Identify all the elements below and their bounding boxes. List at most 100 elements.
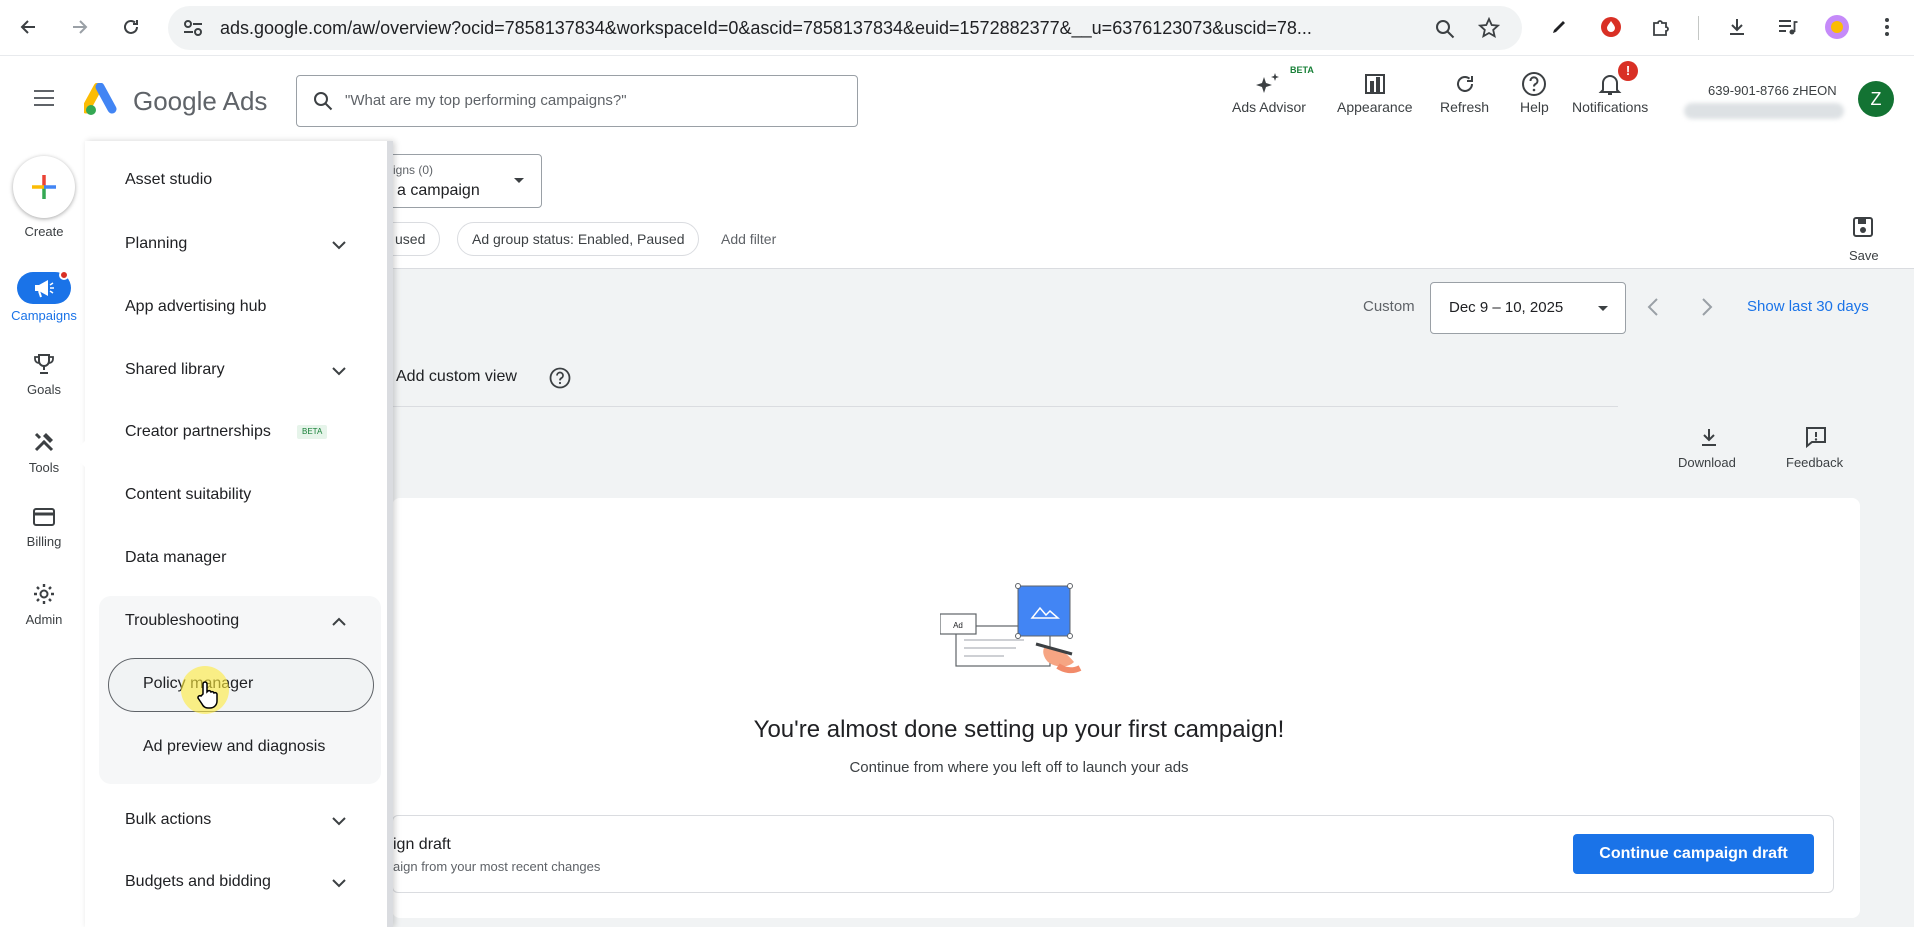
flyout-pointer <box>72 440 86 468</box>
date-dropdown-icon <box>1597 305 1609 313</box>
download-label[interactable]: Download <box>1678 455 1736 470</box>
menu-item-data-manager[interactable]: Data manager <box>125 549 226 567</box>
toolbar-divider <box>1698 16 1699 40</box>
help-label: Help <box>1520 99 1549 115</box>
rail-admin[interactable]: Admin <box>0 582 88 627</box>
site-info-icon[interactable] <box>182 18 204 38</box>
billing-card-icon <box>32 506 56 528</box>
card-subtitle: Continue from where you left off to laun… <box>849 759 1189 776</box>
appearance-button[interactable]: Appearance <box>1337 69 1413 115</box>
filter-chip-ad-group-status[interactable]: Ad group status: Enabled, Paused <box>457 222 700 256</box>
forward-icon[interactable] <box>62 10 96 44</box>
campaigns-alert-dot <box>59 270 69 280</box>
notifications-button[interactable]: Notifications ! <box>1572 61 1649 115</box>
sparkle-icon <box>1254 69 1284 99</box>
save-label[interactable]: Save <box>1849 248 1879 263</box>
ads-advisor-button[interactable]: Ads Advisor BETA <box>1232 65 1314 115</box>
media-queue-icon[interactable] <box>1772 12 1802 42</box>
appearance-label: Appearance <box>1337 99 1413 115</box>
gear-icon <box>32 582 56 606</box>
create-plus-icon[interactable] <box>13 156 75 218</box>
date-range-value: Dec 9 – 10, 2025 <box>1449 299 1564 316</box>
chevron-up-icon[interactable] <box>329 612 349 632</box>
rail-goals[interactable]: Goals <box>0 352 88 397</box>
search-placeholder: "What are my top performing campaigns?" <box>345 92 627 109</box>
beta-badge: BETA <box>297 425 328 439</box>
dropdown-arrow-icon <box>513 177 525 185</box>
bookmark-star-icon[interactable] <box>1478 17 1500 39</box>
profile-avatar-icon[interactable] <box>1822 12 1852 42</box>
app-logo-text: Google Ads <box>133 86 268 116</box>
extension-drop-icon[interactable] <box>1596 12 1626 42</box>
rail-campaigns-label: Campaigns <box>11 308 77 323</box>
download-icon[interactable] <box>1722 12 1752 42</box>
tools-flyout-menu: Asset studio Planning App advertising hu… <box>85 141 393 927</box>
feedback-label[interactable]: Feedback <box>1786 455 1843 470</box>
campaign-select[interactable]: igns (0) a campaign <box>380 154 542 208</box>
show-last-30-days-link[interactable]: Show last 30 days <box>1747 298 1869 315</box>
next-period-icon[interactable] <box>1700 296 1714 318</box>
help-button[interactable]: Help <box>1520 69 1549 115</box>
menu-item-ad-preview-and-diagnosis[interactable]: Ad preview and diagnosis <box>143 738 325 756</box>
rail-goals-label: Goals <box>27 382 61 397</box>
menu-item-budgets-and-bidding[interactable]: Budgets and bidding <box>125 873 271 891</box>
menu-item-shared-library[interactable]: Shared library <box>125 361 225 379</box>
menu-item-asset-studio[interactable]: Asset studio <box>125 171 212 189</box>
browser-toolbar: ads.google.com/aw/overview?ocid=78581378… <box>0 0 1914 56</box>
search-icon <box>313 91 333 111</box>
previous-period-icon[interactable] <box>1646 296 1660 318</box>
add-filter-link[interactable]: Add filter <box>721 231 776 247</box>
avatar[interactable]: Z <box>1858 81 1894 117</box>
menu-item-troubleshooting[interactable]: Troubleshooting <box>125 612 239 630</box>
extensions-puzzle-icon[interactable] <box>1646 12 1676 42</box>
refresh-button[interactable]: Refresh <box>1440 69 1489 115</box>
chevron-down-icon[interactable] <box>329 235 349 255</box>
rail-campaigns[interactable]: Campaigns <box>0 270 88 323</box>
menu-item-app-advertising-hub[interactable]: App advertising hub <box>125 298 266 316</box>
notification-badge: ! <box>1618 61 1638 81</box>
chevron-down-icon[interactable] <box>329 873 349 893</box>
date-range-select[interactable]: Dec 9 – 10, 2025 <box>1430 282 1626 334</box>
zoom-icon[interactable] <box>1434 18 1456 40</box>
menu-item-creator-partnerships[interactable]: Creator partnerships <box>125 423 271 441</box>
rail-tools-label: Tools <box>28 460 60 475</box>
reload-icon[interactable] <box>114 10 148 44</box>
draft-subtitle: aign from your most recent changes <box>393 859 601 874</box>
url-text[interactable]: ads.google.com/aw/overview?ocid=78581378… <box>220 18 1420 39</box>
toolbar-divider-line <box>392 268 1914 269</box>
hamburger-menu-icon[interactable] <box>32 89 56 107</box>
menu-item-planning[interactable]: Planning <box>125 235 187 253</box>
rail-create[interactable]: Create <box>0 156 88 239</box>
menu-item-bulk-actions[interactable]: Bulk actions <box>125 811 211 829</box>
menu-item-content-suitability[interactable]: Content suitability <box>125 486 251 504</box>
back-icon[interactable] <box>12 10 46 44</box>
account-email-redacted <box>1684 103 1844 119</box>
date-mode-label: Custom <box>1363 298 1415 315</box>
campaign-select-count: igns (0) <box>393 163 434 177</box>
continue-campaign-draft-button[interactable]: Continue campaign draft <box>1573 834 1814 874</box>
feedback-icon[interactable] <box>1804 425 1828 449</box>
rail-billing-label: Billing <box>26 534 62 549</box>
trophy-icon <box>32 352 56 376</box>
search-input[interactable]: "What are my top performing campaigns?" <box>296 75 858 127</box>
help-icon <box>1521 69 1547 99</box>
chevron-down-icon[interactable] <box>329 361 349 381</box>
help-circle-icon[interactable] <box>549 367 571 389</box>
save-icon[interactable] <box>1852 216 1874 238</box>
notifications-label: Notifications <box>1572 99 1649 115</box>
download-report-icon[interactable] <box>1698 426 1720 448</box>
chevron-down-icon[interactable] <box>329 811 349 831</box>
tools-icon <box>32 430 56 454</box>
extension-pen-icon[interactable] <box>1544 12 1574 42</box>
browser-menu-icon[interactable] <box>1872 12 1902 42</box>
draft-title: ign draft <box>393 836 451 853</box>
add-custom-view-link[interactable]: Add custom view <box>396 368 517 386</box>
rail-billing[interactable]: Billing <box>0 506 88 549</box>
app-header: Google Ads "What are my top performing c… <box>0 57 1914 141</box>
campaign-select-value: a campaign <box>397 182 480 199</box>
account-id: 639-901-8766 zHEON <box>1708 83 1837 98</box>
rail-admin-label: Admin <box>25 612 63 627</box>
card-title: You're almost done setting up your first… <box>753 716 1285 743</box>
address-bar[interactable]: ads.google.com/aw/overview?ocid=78581378… <box>168 6 1522 50</box>
google-ads-logo-icon <box>84 83 122 117</box>
